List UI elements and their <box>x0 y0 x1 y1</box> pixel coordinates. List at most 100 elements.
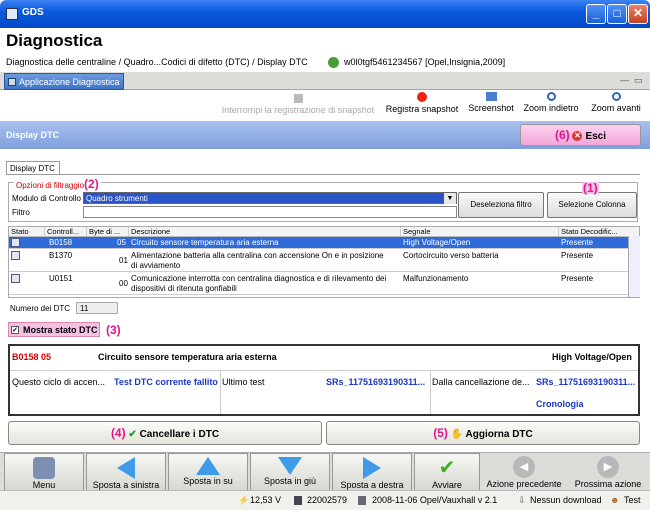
stop-snapshot-button[interactable]: Interrompi la registrazione di snapshot <box>218 90 378 120</box>
history-link[interactable]: Cronologia <box>536 399 584 409</box>
filter-label: Filtro <box>12 208 30 217</box>
cycle-label: Questo ciclo di accen... <box>12 377 106 387</box>
arrow-up-icon <box>196 457 220 475</box>
dtc-status: Presente <box>561 274 594 283</box>
table-row[interactable]: B0158 05 Circuito sensore temperatura ar… <box>9 237 629 249</box>
clear-dtc-label: Cancellare i DTC <box>139 429 220 440</box>
arrow-down-icon <box>278 457 302 475</box>
next-action-label: Prossima azione <box>574 479 642 489</box>
minimize-button[interactable]: _ <box>586 4 606 24</box>
dtc-code: B0158 <box>49 238 73 247</box>
window-titlebar: GDS _ □ ✕ <box>0 0 650 28</box>
table-row[interactable]: U0151 00 Comunicazione interrotta con ce… <box>9 273 629 295</box>
next-action-button[interactable]: ▶ Prossima azione <box>568 453 648 491</box>
move-up-label: Sposta in su <box>183 476 233 486</box>
dtc-status-icon <box>11 238 20 247</box>
page-title: Diagnostica <box>6 31 103 50</box>
col-header-descrizione[interactable]: Descrizione <box>129 227 401 237</box>
arrow-left-icon <box>117 457 135 479</box>
status-bar: ⚡ 12,53 V 22002579 2008-11-06 Opel/Vauxh… <box>0 490 650 510</box>
restore-panel-icon[interactable]: ▭ <box>634 75 643 86</box>
dtc-signal: High Voltage/Open <box>403 238 471 247</box>
zoom-out-button[interactable]: Zoom indietro <box>520 90 582 120</box>
show-status-checkbox[interactable]: ✓ Mostra stato DTC <box>8 322 100 337</box>
exit-button[interactable]: (6) ✕ Esci <box>520 124 641 146</box>
module-select[interactable]: Quadro strumenti ▼ <box>83 192 457 204</box>
dtc-signal: Malfunzionamento <box>403 274 469 283</box>
zoom-in-label: Zoom avanti <box>591 103 641 113</box>
minimize-panel-icon[interactable]: — <box>620 75 629 85</box>
col-header-controll[interactable]: Controll... <box>45 227 87 237</box>
table-row[interactable]: B1370 01 Alimentazione batteria alla cen… <box>9 250 629 272</box>
vehicle-info: w0l0tgf5461234567 [Opel,Insignia,2009] <box>344 57 506 67</box>
move-up-button[interactable]: Sposta in su <box>168 453 248 491</box>
select-column-callout: (1) <box>582 181 599 195</box>
filter-input[interactable] <box>83 206 457 218</box>
previous-action-button[interactable]: ◀ Azione precedente <box>482 453 566 491</box>
maximize-button[interactable]: □ <box>607 4 627 24</box>
since-clear-value: SRs_11751693190311... <box>536 377 636 387</box>
col-header-stato[interactable]: Stato <box>9 227 45 237</box>
clear-dtc-button[interactable]: (4) ✔ Cancellare i DTC <box>8 421 322 445</box>
software-version: 2008-11-06 Opel/Vauxhall v 2.1 <box>372 495 498 505</box>
module-select-value: Quadro strumenti <box>86 194 148 203</box>
app-tab-icon <box>8 78 16 86</box>
col-header-segnale[interactable]: Segnale <box>401 227 559 237</box>
select-column-button[interactable]: Selezione Colonna <box>547 192 637 218</box>
menu-label: Menu <box>32 480 56 490</box>
move-left-label: Sposta a sinistra <box>92 480 160 490</box>
screenshot-button[interactable]: Screenshot <box>464 90 518 120</box>
dtc-count-value: 11 <box>76 302 118 314</box>
detail-code: B0158 05 <box>12 352 52 362</box>
move-left-button[interactable]: Sposta a sinistra <box>86 453 166 491</box>
dtc-description: Alimentazione batteria alla centralina c… <box>131 251 384 260</box>
refresh-dtc-button[interactable]: (5) ✋ Aggiorna DTC <box>326 421 640 445</box>
detail-col-divider <box>220 370 221 414</box>
start-label: Avviare <box>432 480 462 490</box>
tab-display-dtc[interactable]: Display DTC <box>6 161 60 175</box>
exit-callout: (6) <box>554 128 570 142</box>
deselect-filter-button[interactable]: Deseleziona filtro <box>458 192 544 218</box>
close-window-button[interactable]: ✕ <box>628 4 648 24</box>
move-down-label: Sposta in giù <box>263 476 317 486</box>
database-icon <box>358 496 366 505</box>
refresh-dtc-label: Aggiorna DTC <box>465 429 533 440</box>
module-label: Modulo di Controllo <box>12 194 81 203</box>
filter-callout: (2) <box>84 177 99 191</box>
zoom-in-icon <box>611 92 621 101</box>
circle-right-icon: ▶ <box>597 456 619 478</box>
dtc-byte: 05 <box>117 238 126 247</box>
last-test-label: Ultimo test <box>222 377 265 387</box>
checkmark-icon: ✔ <box>128 429 137 440</box>
last-test-value: SRs_11751693190311... <box>326 377 426 387</box>
chevron-down-icon[interactable]: ▼ <box>444 193 456 204</box>
since-clear-label: Dalla cancellazione de... <box>432 377 530 387</box>
move-right-label: Sposta a destra <box>340 480 404 490</box>
dtc-count-label: Numero dei DTC <box>10 304 71 313</box>
exit-label: Esci <box>585 131 607 142</box>
clear-callout: (4) <box>110 426 126 440</box>
app-tab-label: Applicazione Diagnostica <box>19 77 120 87</box>
col-header-byte[interactable]: Byte di ... <box>87 227 129 237</box>
detail-description: Circuito sensore temperatura aria estern… <box>98 352 277 362</box>
dtc-description-cont: di avviamento <box>131 261 181 270</box>
device-icon <box>294 496 302 505</box>
refresh-callout: (5) <box>433 426 448 440</box>
dtc-byte: 01 <box>119 256 128 265</box>
download-status: Nessun download <box>530 495 602 505</box>
tab-applicazione-diagnostica[interactable]: Applicazione Diagnostica <box>4 73 124 90</box>
detail-col-divider <box>430 370 431 414</box>
dtc-signal: Cortocircuito verso batteria <box>403 251 499 260</box>
table-scrollbar[interactable] <box>628 236 640 297</box>
move-right-button[interactable]: Sposta a destra <box>332 453 412 491</box>
menu-icon <box>33 457 55 479</box>
menu-button[interactable]: Menu <box>4 453 84 491</box>
record-snapshot-button[interactable]: Registra snapshot <box>384 90 460 120</box>
checkbox-checked-icon[interactable]: ✓ <box>11 326 19 334</box>
move-down-button[interactable]: Sposta in giù <box>250 453 330 491</box>
start-button[interactable]: ✔ Avviare <box>414 453 480 491</box>
zoom-in-button[interactable]: Zoom avanti <box>586 90 646 120</box>
detail-signal: High Voltage/Open <box>552 352 632 362</box>
dtc-description: Circuito sensore temperatura aria estern… <box>131 238 279 247</box>
user-icon: ☻ <box>610 495 620 505</box>
